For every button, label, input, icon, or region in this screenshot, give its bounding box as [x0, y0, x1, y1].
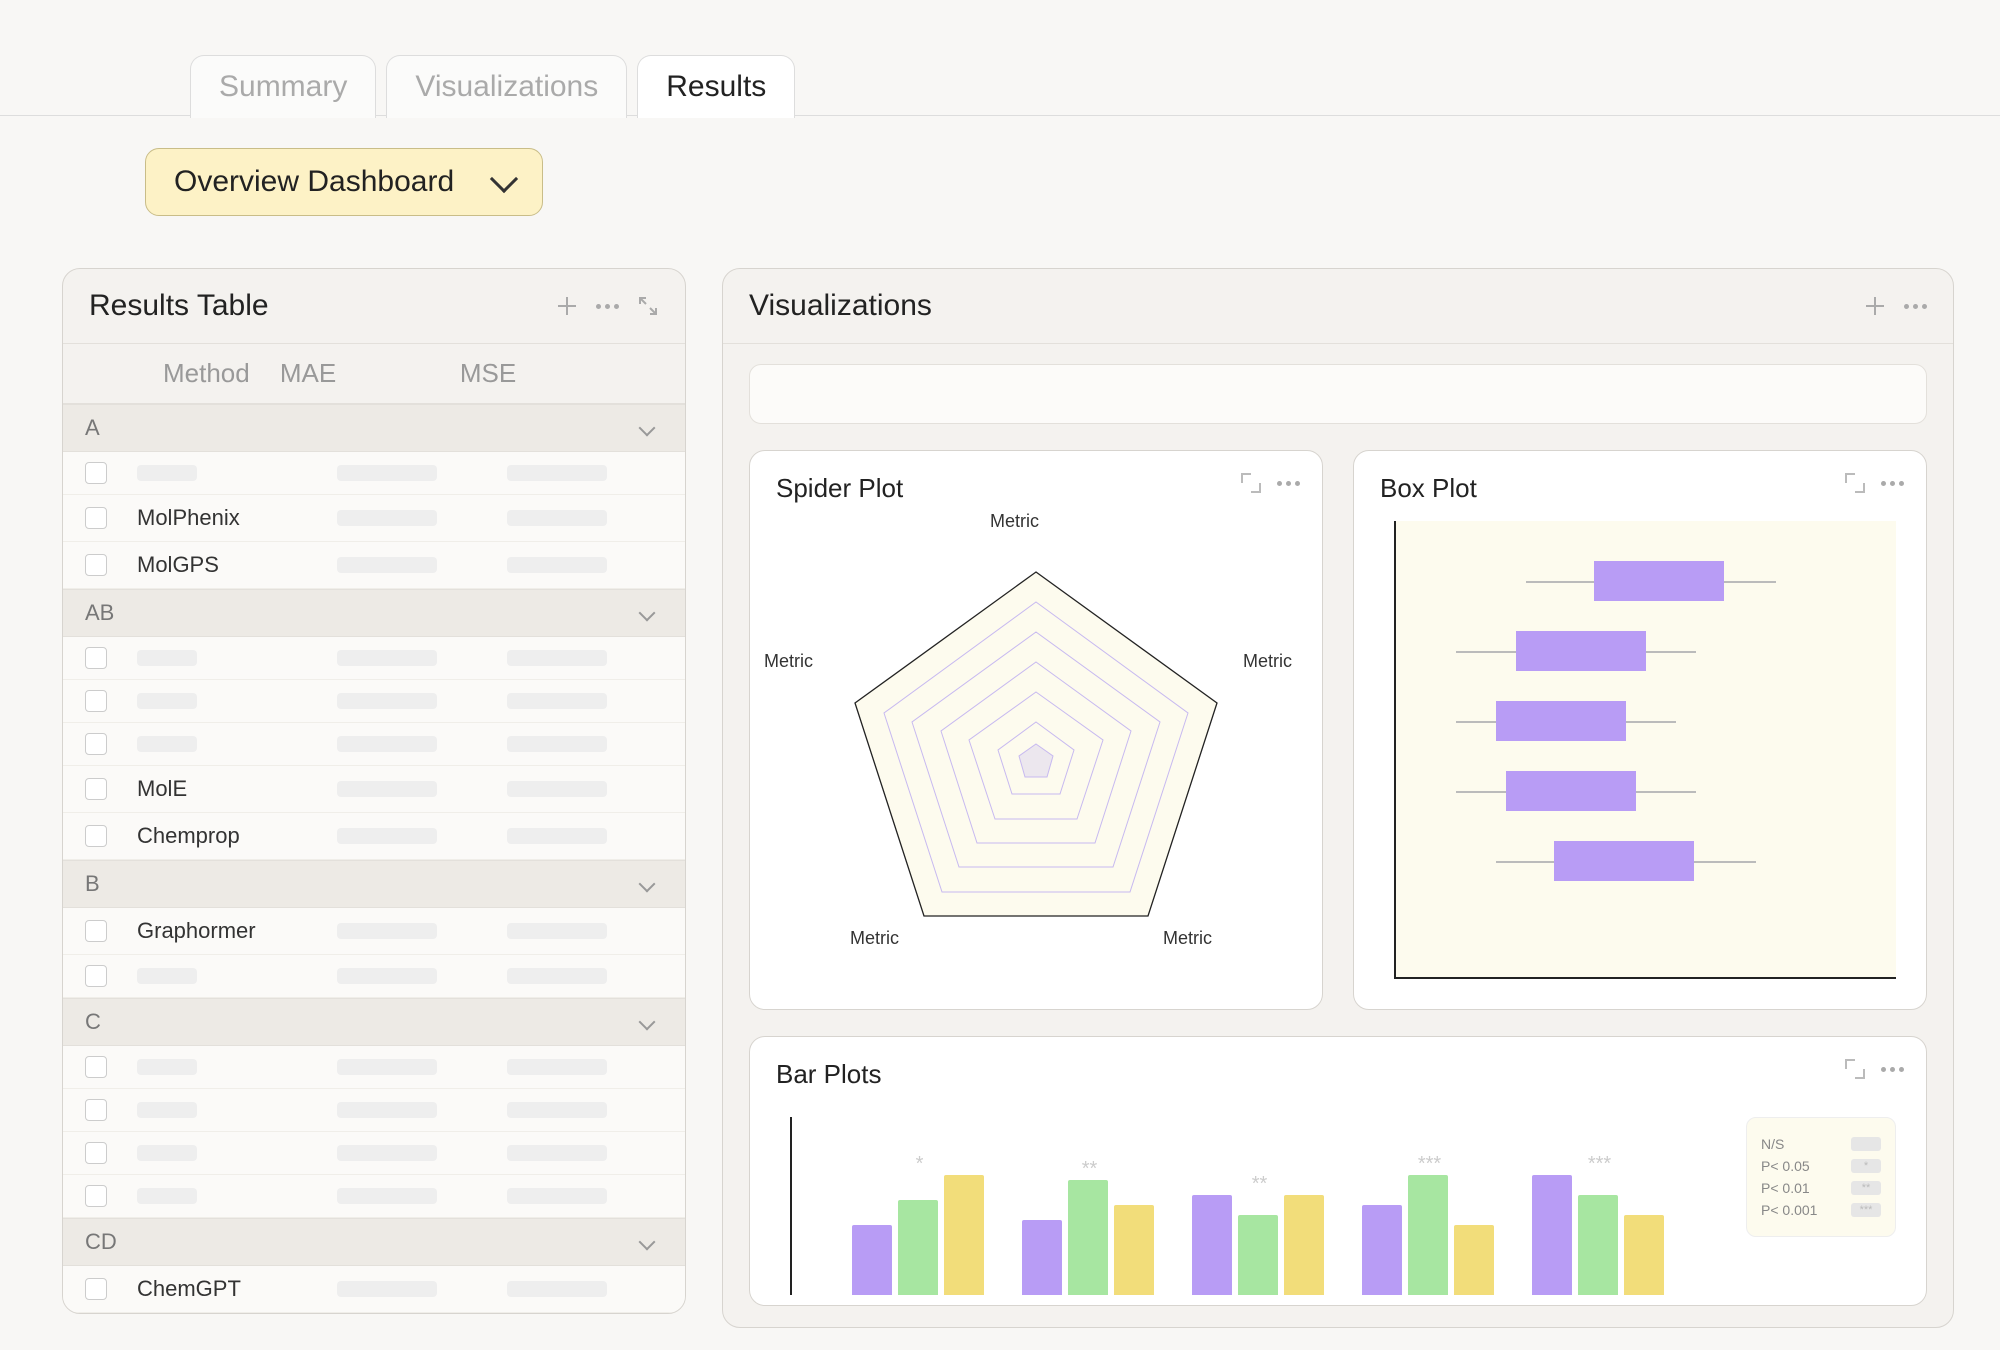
bar-plots-card: Bar Plots *********** N/SP< 0.05*P< 0.01… [749, 1036, 1927, 1306]
row-checkbox[interactable] [85, 1278, 107, 1300]
table-group-header[interactable]: CD [63, 1218, 685, 1266]
table-row[interactable] [63, 452, 685, 495]
fullscreen-icon[interactable] [1845, 473, 1865, 493]
results-table-panel: Results Table Method MAE MSE AMolPhenixM… [62, 268, 686, 1314]
add-icon[interactable] [556, 295, 578, 317]
table-row[interactable] [63, 680, 685, 723]
visualizations-title: Visualizations [749, 289, 932, 323]
box-plot-card: Box Plot [1353, 450, 1927, 1010]
bar-plot-canvas: *********** [790, 1117, 1726, 1295]
bar-more-icon[interactable] [1881, 1067, 1904, 1072]
table-row[interactable] [63, 1089, 685, 1132]
table-group-header[interactable]: C [63, 998, 685, 1046]
row-checkbox[interactable] [85, 462, 107, 484]
visualizations-panel: Visualizations Spider Plot [722, 268, 1954, 1328]
row-checkbox[interactable] [85, 778, 107, 800]
expand-icon[interactable] [637, 295, 659, 317]
significance-legend: N/SP< 0.05*P< 0.01**P< 0.001*** [1746, 1117, 1896, 1237]
row-checkbox[interactable] [85, 733, 107, 755]
table-row[interactable]: ChemGPT [63, 1266, 685, 1313]
viz-more-icon[interactable] [1904, 304, 1927, 309]
spider-plot-svg [776, 512, 1296, 972]
row-checkbox[interactable] [85, 507, 107, 529]
table-row[interactable] [63, 955, 685, 998]
row-checkbox[interactable] [85, 647, 107, 669]
table-row[interactable]: MolE [63, 766, 685, 813]
row-checkbox[interactable] [85, 690, 107, 712]
table-row[interactable] [63, 1132, 685, 1175]
tab-bar: Summary Visualizations Results [190, 55, 795, 118]
row-checkbox[interactable] [85, 554, 107, 576]
row-checkbox[interactable] [85, 965, 107, 987]
table-row[interactable] [63, 637, 685, 680]
spider-axis-label: Metric [990, 511, 1039, 532]
row-checkbox[interactable] [85, 825, 107, 847]
box-plot-title: Box Plot [1380, 473, 1900, 504]
table-row[interactable] [63, 1175, 685, 1218]
table-group-header[interactable]: A [63, 404, 685, 452]
row-checkbox[interactable] [85, 1056, 107, 1078]
more-icon[interactable] [596, 304, 619, 309]
spider-axis-label: Metric [764, 651, 813, 672]
tab-results[interactable]: Results [637, 55, 795, 118]
tab-summary[interactable]: Summary [190, 55, 376, 118]
row-checkbox[interactable] [85, 1099, 107, 1121]
table-group-header[interactable]: AB [63, 589, 685, 637]
spider-plot-title: Spider Plot [776, 473, 1296, 504]
results-table-title: Results Table [89, 289, 269, 323]
fullscreen-icon[interactable] [1845, 1059, 1865, 1079]
box-more-icon[interactable] [1881, 481, 1904, 486]
table-row[interactable]: Graphormer [63, 908, 685, 955]
spider-plot-card: Spider Plot [749, 450, 1323, 1010]
table-row[interactable]: MolPhenix [63, 495, 685, 542]
overview-dropdown[interactable]: Overview Dashboard [145, 148, 543, 216]
row-checkbox[interactable] [85, 1185, 107, 1207]
row-checkbox[interactable] [85, 1142, 107, 1164]
spider-more-icon[interactable] [1277, 481, 1300, 486]
tab-visualizations[interactable]: Visualizations [386, 55, 627, 118]
spider-axis-label: Metric [1243, 651, 1292, 672]
overview-dropdown-label: Overview Dashboard [174, 165, 454, 199]
bar-plots-title: Bar Plots [776, 1059, 1900, 1090]
table-row[interactable]: MolGPS [63, 542, 685, 589]
viz-add-icon[interactable] [1864, 295, 1886, 317]
table-header: Method MAE MSE [63, 344, 685, 404]
table-row[interactable] [63, 723, 685, 766]
spider-axis-label: Metric [1163, 928, 1212, 949]
chevron-down-icon [490, 165, 518, 193]
box-plot-canvas [1394, 521, 1896, 979]
spider-axis-label: Metric [850, 928, 899, 949]
viz-search-input[interactable] [749, 364, 1927, 424]
table-row[interactable]: Chemprop [63, 813, 685, 860]
table-row[interactable] [63, 1046, 685, 1089]
fullscreen-icon[interactable] [1241, 473, 1261, 493]
row-checkbox[interactable] [85, 920, 107, 942]
table-group-header[interactable]: B [63, 860, 685, 908]
